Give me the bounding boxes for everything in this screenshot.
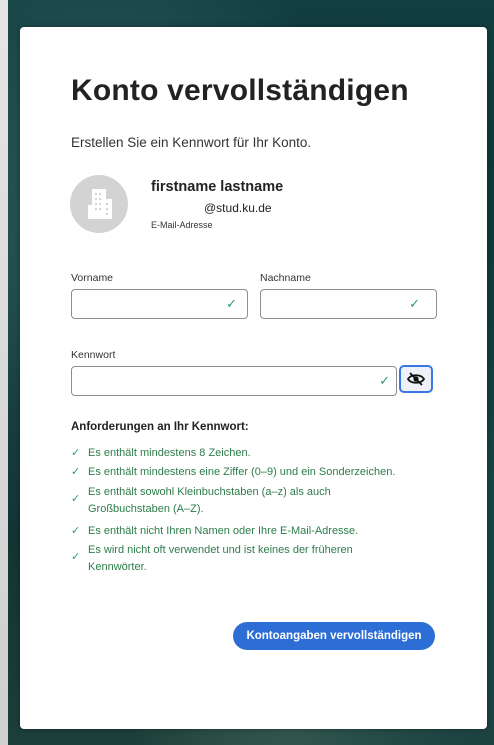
- check-icon: ✓: [409, 296, 420, 311]
- check-icon: ✓: [71, 551, 81, 563]
- requirements-title: Anforderungen an Ihr Kennwort:: [71, 421, 249, 433]
- check-icon: ✓: [226, 296, 237, 311]
- check-icon: ✓: [71, 493, 81, 505]
- page-title: Konto vervollständigen: [71, 74, 409, 107]
- first-name-label: Vorname: [71, 272, 114, 284]
- user-name: firstname lastname: [151, 179, 284, 195]
- avatar: [70, 175, 128, 233]
- eye-slash-icon: [407, 372, 425, 386]
- last-name-field[interactable]: ✓: [260, 289, 437, 319]
- password-field[interactable]: ✓: [71, 366, 397, 396]
- complete-account-button[interactable]: Kontoangaben vervollständigen: [233, 622, 435, 650]
- user-email: @stud.ku.de: [204, 201, 272, 215]
- check-icon: ✓: [71, 525, 81, 537]
- last-name-label: Nachname: [260, 272, 311, 284]
- check-icon: ✓: [71, 447, 81, 459]
- email-label: E-Mail-Adresse: [151, 220, 213, 230]
- requirement-item: ✓Es enthält sowohl Kleinbuchstaben (a–z)…: [71, 486, 331, 515]
- check-icon: ✓: [379, 373, 390, 388]
- building-icon: [88, 189, 112, 219]
- account-completion-card: Konto vervollständigen Erstellen Sie ein…: [20, 27, 487, 729]
- requirement-item: ✓Es wird nicht oft verwendet und ist kei…: [71, 544, 353, 573]
- requirement-item: ✓ Es enthält mindestens 8 Zeichen.: [71, 445, 448, 462]
- requirement-item: ✓ Es enthält mindestens eine Ziffer (0–9)…: [71, 464, 448, 481]
- requirement-item: ✓ Es enthält nicht Ihren Namen oder Ihre …: [71, 523, 448, 540]
- check-icon: ✓: [71, 466, 81, 478]
- window-edge: [0, 0, 8, 745]
- password-label: Kennwort: [71, 349, 116, 361]
- page-subtitle: Erstellen Sie ein Kennwort für Ihr Konto…: [71, 135, 312, 150]
- toggle-password-visibility-button[interactable]: [399, 365, 433, 393]
- first-name-field[interactable]: ✓: [71, 289, 248, 319]
